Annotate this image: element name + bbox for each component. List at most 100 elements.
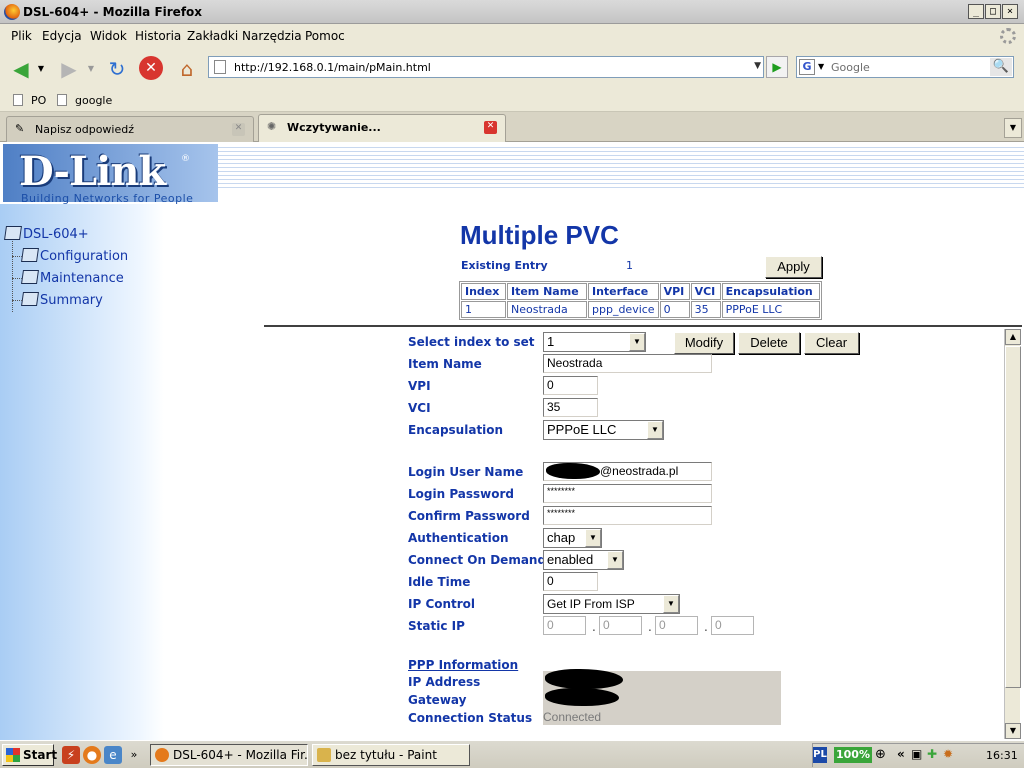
delete-button[interactable]: Delete xyxy=(738,332,800,354)
go-button[interactable]: ▶ xyxy=(766,56,788,78)
ip-control-dropdown[interactable]: Get IP From ISP ▼ xyxy=(543,594,680,614)
home-icon[interactable]: ⌂ xyxy=(174,56,200,82)
scroll-thumb[interactable] xyxy=(1005,346,1021,688)
quicklaunch-app-icon[interactable]: ⚡ xyxy=(62,746,80,764)
login-password-label: Login Password xyxy=(408,487,515,501)
static-ip-octet-1[interactable]: 0 xyxy=(543,616,586,635)
tree-line xyxy=(12,256,22,257)
menu-narzedzia[interactable]: Narzędzia xyxy=(242,29,302,43)
start-button[interactable]: Start xyxy=(2,744,57,766)
confirm-password-input[interactable]: ******** xyxy=(543,506,712,525)
item-name-input[interactable]: Neostrada xyxy=(543,354,712,373)
tab-wczytywanie[interactable]: ✺ Wczytywanie... ✕ xyxy=(258,114,506,142)
network-icon[interactable]: ▣ xyxy=(911,747,922,761)
reload-icon[interactable]: ↻ xyxy=(104,56,130,82)
scroll-up-icon[interactable]: ▲ xyxy=(1005,329,1021,345)
dlink-logo-band: D-Link ® Building Networks for People xyxy=(3,144,218,205)
cell-item-name: Neostrada xyxy=(507,301,587,318)
language-indicator[interactable]: PL xyxy=(813,747,827,763)
static-ip-octet-4[interactable]: 0 xyxy=(711,616,754,635)
power-plug-icon[interactable]: ⊕ xyxy=(875,747,886,762)
google-engine-icon[interactable]: G xyxy=(799,59,815,75)
folder-icon xyxy=(21,270,39,284)
idle-time-input[interactable]: 0 xyxy=(543,572,598,591)
static-ip-octet-3[interactable]: 0 xyxy=(655,616,698,635)
cell-vci: 35 xyxy=(690,301,721,318)
forward-arrow-icon[interactable]: ▶ xyxy=(56,56,82,82)
search-magnifier-icon[interactable]: 🔍 xyxy=(990,58,1012,76)
col-index: Index xyxy=(461,283,506,300)
select-index-dropdown[interactable]: 1 ▼ xyxy=(543,332,646,352)
tree-item-maintenance[interactable]: Maintenance xyxy=(21,270,124,286)
bookmarks-toolbar: PO google xyxy=(0,88,1024,112)
battery-indicator[interactable]: 100% xyxy=(834,747,872,763)
tray-expand-icon[interactable]: « xyxy=(897,747,905,761)
vpi-input[interactable]: 0 xyxy=(543,376,598,395)
tree-item-configuration[interactable]: Configuration xyxy=(21,248,128,264)
bookmark-google[interactable]: google xyxy=(57,94,112,107)
connect-on-demand-label: Connect On Demand xyxy=(408,553,547,567)
loading-spinner-icon: ✺ xyxy=(267,120,277,133)
quicklaunch-more-icon[interactable]: » xyxy=(128,746,140,764)
clear-button[interactable]: Clear xyxy=(804,332,859,354)
menu-historia[interactable]: Historia xyxy=(135,29,181,43)
idle-time-label: Idle Time xyxy=(408,575,471,589)
menu-widok[interactable]: Widok xyxy=(90,29,127,43)
stop-icon[interactable]: ✕ xyxy=(139,56,163,80)
back-arrow-icon[interactable]: ◀ xyxy=(8,56,34,82)
vpi-label: VPI xyxy=(408,379,431,393)
minimize-button[interactable]: _ xyxy=(968,4,984,19)
bookmark-po[interactable]: PO xyxy=(13,94,46,107)
gateway-label: Gateway xyxy=(408,693,467,707)
tray-settings-icon[interactable]: ✹ xyxy=(943,747,953,761)
throbber-icon xyxy=(1000,28,1016,44)
forward-history-dropdown-icon[interactable]: ▼ xyxy=(84,56,98,82)
form-scrollbar[interactable]: ▲ ▼ xyxy=(1004,329,1021,739)
tab-napisz-odpowiedz[interactable]: ✎ Napisz odpowiedź ✕ xyxy=(6,116,254,142)
quicklaunch-ie-icon[interactable]: e xyxy=(104,746,122,764)
static-ip-octet-2[interactable]: 0 xyxy=(599,616,642,635)
folder-icon xyxy=(21,292,39,306)
maximize-button[interactable]: □ xyxy=(985,4,1001,19)
page-icon xyxy=(57,94,67,106)
chevron-down-icon: ▼ xyxy=(629,333,645,351)
quicklaunch-firefox-icon[interactable]: ● xyxy=(83,746,101,764)
authentication-dropdown[interactable]: chap ▼ xyxy=(543,528,602,548)
modify-button[interactable]: Modify xyxy=(674,332,734,354)
table-row: 1 Neostrada ppp_device 0 35 PPPoE LLC xyxy=(461,301,820,318)
engine-dropdown-icon[interactable]: ▼ xyxy=(818,62,824,71)
menu-plik[interactable]: Plik xyxy=(11,29,32,43)
ip-dot: . xyxy=(592,620,596,634)
tab-bar: ✎ Napisz odpowiedź ✕ ✺ Wczytywanie... ✕ xyxy=(0,112,1024,142)
close-tab-icon[interactable]: ✕ xyxy=(232,123,245,136)
window-title: DSL-604+ - Mozilla Firefox xyxy=(23,5,203,19)
search-input[interactable]: Google xyxy=(831,61,870,74)
connect-on-demand-dropdown[interactable]: enabled ▼ xyxy=(543,550,624,570)
web-content: D-Link ® Building Networks for People DS… xyxy=(0,142,1024,740)
paint-icon xyxy=(317,748,331,762)
close-window-button[interactable]: × xyxy=(1002,4,1018,19)
url-dropdown-icon[interactable]: ▼ xyxy=(754,61,761,71)
menu-edycja[interactable]: Edycja xyxy=(42,29,82,43)
menu-zakladki[interactable]: Zakładki xyxy=(187,29,238,43)
edit-page-icon: ✎ xyxy=(15,122,25,135)
vci-input[interactable]: 35 xyxy=(543,398,598,417)
cell-vpi: 0 xyxy=(659,301,690,318)
tree-item-summary[interactable]: Summary xyxy=(21,292,103,308)
encapsulation-dropdown[interactable]: PPPoE LLC ▼ xyxy=(543,420,664,440)
back-history-dropdown-icon[interactable]: ▼ xyxy=(34,56,48,82)
taskbar-item-paint[interactable]: bez tytułu - Paint xyxy=(312,744,470,766)
taskbar-item-firefox[interactable]: DSL-604+ - Mozilla Fir... xyxy=(150,744,308,766)
folder-icon xyxy=(21,248,39,262)
scroll-down-icon[interactable]: ▼ xyxy=(1005,723,1021,739)
login-password-input[interactable]: ******** xyxy=(543,484,712,503)
close-tab-icon[interactable]: ✕ xyxy=(484,121,497,134)
menu-pomoc[interactable]: Pomoc xyxy=(305,29,345,43)
all-tabs-dropdown-icon[interactable]: ▼ xyxy=(1004,118,1022,138)
apply-button[interactable]: Apply xyxy=(765,256,822,278)
search-bar[interactable]: G ▼ Google 🔍 xyxy=(796,56,1014,78)
tray-app-icon[interactable]: ✚ xyxy=(927,747,937,761)
url-bar[interactable]: http://192.168.0.1/main/pMain.html ▼ xyxy=(208,56,764,78)
clock[interactable]: 16:31 xyxy=(986,749,1018,762)
tree-root-dsl604[interactable]: DSL-604+ xyxy=(4,226,89,242)
